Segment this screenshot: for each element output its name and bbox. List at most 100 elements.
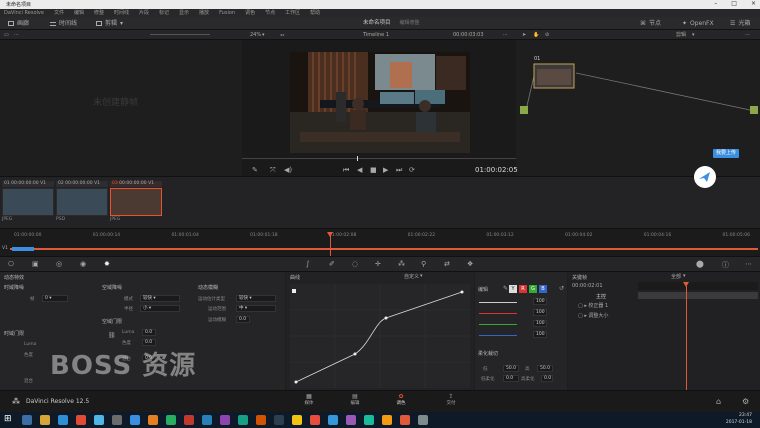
pen-icon[interactable]: ✎ xyxy=(503,285,508,292)
maximize-button[interactable]: □ xyxy=(731,0,737,7)
curve-graph[interactable] xyxy=(290,284,470,388)
taskbar-app-icon[interactable] xyxy=(274,415,284,425)
curves-icon[interactable]: ∫ xyxy=(306,260,310,268)
menu-item[interactable]: 节点 xyxy=(265,9,275,17)
menu-item[interactable]: 修整 xyxy=(94,9,104,17)
intensity-input-r[interactable]: 100 xyxy=(533,309,547,316)
taskbar-app-icon[interactable] xyxy=(346,415,356,425)
blur-icon[interactable]: ⁂ xyxy=(398,260,405,268)
audio-icon[interactable]: ◀) xyxy=(284,166,292,174)
channel-b-button[interactable]: B xyxy=(539,285,547,293)
clip-thumbnail[interactable]: 01 00:00:00:00 V1 JPEG xyxy=(2,181,54,223)
clip-thumbnail-selected[interactable]: 03 00:00:00:00 V1 JPEG xyxy=(110,181,162,223)
zoom-slider[interactable] xyxy=(150,34,210,35)
menu-item[interactable]: 工作区 xyxy=(285,9,300,17)
bypass-icon[interactable]: ⊘ xyxy=(545,30,549,40)
menu-item[interactable]: 帮助 xyxy=(310,9,320,17)
close-button[interactable]: × xyxy=(751,0,756,7)
viewer-frame[interactable] xyxy=(290,52,470,153)
more-options-icon[interactable]: ⋯ xyxy=(745,30,750,40)
menu-item[interactable]: Fusion xyxy=(219,9,235,17)
low-input[interactable]: 50.0 xyxy=(503,365,519,372)
taskbar-app-icon[interactable] xyxy=(418,415,428,425)
taskbar-app-icon[interactable] xyxy=(382,415,392,425)
motion-effects-icon[interactable]: ✸ xyxy=(104,260,110,268)
menu-item[interactable]: 标记 xyxy=(159,9,169,17)
play-icon[interactable]: ▶ xyxy=(383,166,388,174)
taskbar-app-icon[interactable] xyxy=(112,415,122,425)
crosshair-icon[interactable]: ⤧ xyxy=(270,166,276,175)
upload-button[interactable]: 我要上传 xyxy=(713,149,740,158)
color-wheels-icon[interactable]: ◎ xyxy=(56,260,62,268)
keyframe-playhead[interactable] xyxy=(686,286,687,390)
estimate-select[interactable]: 较快 ▾ xyxy=(236,295,276,302)
viewer-zoom[interactable]: 24% xyxy=(250,30,261,40)
gallery-grid-icon[interactable]: ⋯ xyxy=(14,30,19,40)
start-icon[interactable]: ⊞ xyxy=(4,414,12,424)
taskbar-app-icon[interactable] xyxy=(328,415,338,425)
nodes-toggle[interactable]: ⌘ 节点 xyxy=(640,17,661,30)
keyframe-row-master[interactable]: 主控 xyxy=(596,293,606,300)
reset-icon[interactable]: ↺ xyxy=(559,285,564,292)
taskbar-app-icon[interactable] xyxy=(238,415,248,425)
info-icon[interactable]: ⓘ xyxy=(722,260,729,270)
taskbar-app-icon[interactable] xyxy=(292,415,302,425)
scrubber-playhead[interactable] xyxy=(357,156,358,161)
keyframe-row[interactable]: ▢ ▸ 调整大小 xyxy=(578,312,608,319)
menu-item[interactable]: 文件 xyxy=(54,9,64,17)
taskbar-app-icon[interactable] xyxy=(202,415,212,425)
timeline-name[interactable]: Timeline 1 xyxy=(363,30,389,40)
taskbar-app-icon[interactable] xyxy=(364,415,374,425)
gallery-options-icon[interactable]: ▭ xyxy=(4,30,9,40)
rgb-mixer-icon[interactable]: ◉ xyxy=(80,260,86,268)
key-icon[interactable]: ⚲ xyxy=(421,260,426,268)
menu-item[interactable]: DaVinci Resolve xyxy=(4,9,44,17)
page-tab-media[interactable]: ▦ 媒体 xyxy=(298,393,320,406)
settings-icon[interactable]: ⚙ xyxy=(742,397,749,406)
mode-select[interactable]: 较快 ▾ xyxy=(140,295,180,302)
lightbox-toggle[interactable]: ☰ 光箱 xyxy=(730,17,750,30)
intensity-slider-y[interactable] xyxy=(479,302,517,303)
taskbar-app-icon[interactable] xyxy=(76,415,86,425)
radius-select[interactable]: 小 ▾ xyxy=(140,305,180,312)
menu-item[interactable]: 显示 xyxy=(179,9,189,17)
pointer-icon[interactable]: ➤ xyxy=(522,30,526,40)
menu-item[interactable]: 播放 xyxy=(199,9,209,17)
frames-select[interactable]: 0 ▾ xyxy=(42,295,68,302)
sizing-icon[interactable]: ⇄ xyxy=(444,260,450,268)
pen-icon[interactable]: ✎ xyxy=(252,166,258,174)
qualifier-icon[interactable]: ✐ xyxy=(329,260,335,268)
wipe-icon[interactable]: ⚏ xyxy=(280,30,284,40)
openfx-toggle[interactable]: ✦ OpenFX xyxy=(682,17,714,30)
page-tab-deliver[interactable]: ⇪ 交付 xyxy=(440,393,462,406)
hand-icon[interactable]: ✋ xyxy=(533,30,539,40)
taskbar-app-icon[interactable] xyxy=(166,415,176,425)
intensity-input-y[interactable]: 100 xyxy=(533,298,547,305)
minimize-button[interactable]: – xyxy=(714,0,717,7)
mini-timeline[interactable]: 01:00:00:00 01:00:00:14 01:00:01:04 01:00:0… xyxy=(0,228,760,256)
more-options-icon[interactable]: ⋯ xyxy=(745,260,752,268)
taskbar-app-icon[interactable] xyxy=(130,415,140,425)
scrubber-bar[interactable] xyxy=(242,158,516,159)
tracker-icon[interactable]: ✛ xyxy=(375,260,381,268)
intensity-input-g[interactable]: 100 xyxy=(533,320,547,327)
taskbar-app-icon[interactable] xyxy=(256,415,266,425)
taskbar-app-icon[interactable] xyxy=(310,415,320,425)
keyframe-row[interactable]: ▢ ▸ 校正器 1 xyxy=(578,302,608,309)
first-frame-icon[interactable]: ⏮ xyxy=(343,166,349,175)
keyframe-filter[interactable]: 全部 xyxy=(671,273,681,280)
intensity-slider-r[interactable] xyxy=(479,313,517,314)
high-soft-input[interactable]: 0.0 xyxy=(541,375,553,382)
page-tab-edit[interactable]: ▤ 编辑 xyxy=(344,393,366,406)
loop-icon[interactable]: ⟳ xyxy=(409,166,415,174)
upload-bird-icon[interactable] xyxy=(694,166,716,188)
stop-icon[interactable]: ■ xyxy=(370,166,377,174)
intensity-slider-g[interactable] xyxy=(479,324,517,325)
last-frame-icon[interactable]: ⏭ xyxy=(396,166,402,175)
taskbar-app-icon[interactable] xyxy=(58,415,68,425)
channel-y-button[interactable]: Y xyxy=(509,285,517,293)
intensity-slider-b[interactable] xyxy=(479,335,517,336)
clips-toggle[interactable]: 剪辑 ▾ xyxy=(96,17,123,30)
taskbar-app-icon[interactable] xyxy=(400,415,410,425)
color-match-icon[interactable]: ▣ xyxy=(32,260,39,268)
